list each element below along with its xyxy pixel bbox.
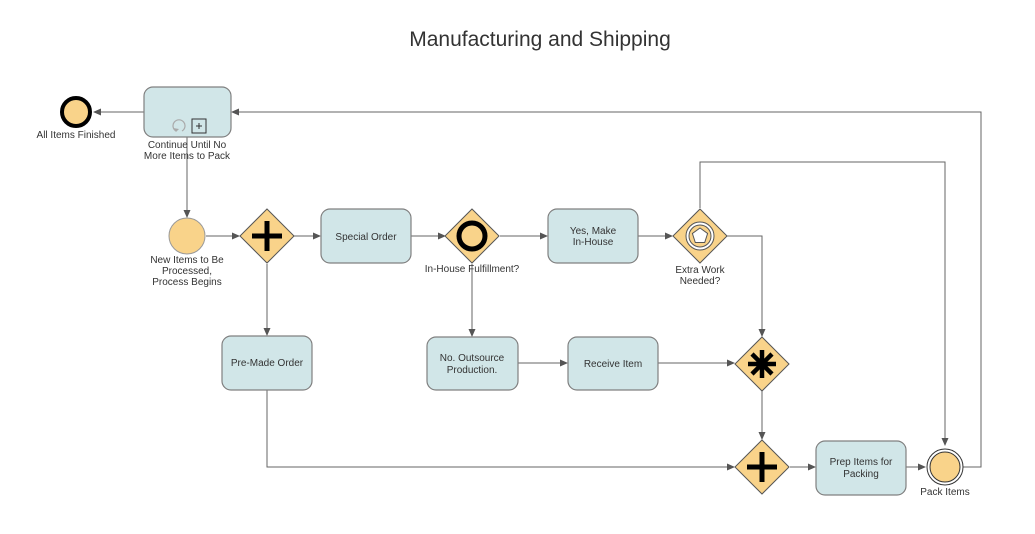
inclusive-gateway-inhouse[interactable]: In-House Fulfillment? xyxy=(425,208,520,275)
task-label: Special Order xyxy=(335,232,397,243)
asterisk-icon xyxy=(748,350,776,378)
task-label-line-2: Packing xyxy=(843,469,879,480)
gateway-label-line-2: Needed? xyxy=(680,276,721,287)
start-event-label-line-2: Processed, xyxy=(162,266,212,277)
event-based-gateway-extra-work[interactable]: Extra Work Needed? xyxy=(672,208,728,287)
edges xyxy=(93,108,982,471)
end-event-all-items-finished[interactable]: All Items Finished xyxy=(37,96,116,141)
edge-extra-gw-to-pack[interactable] xyxy=(699,161,949,446)
complex-gateway[interactable] xyxy=(734,336,790,392)
loop-subprocess-label-line-1: Continue Until No xyxy=(148,140,227,151)
task-label-line-2: Production. xyxy=(447,365,498,376)
task-prep-items[interactable]: Prep Items for Packing xyxy=(815,440,907,496)
edge-pack-to-loop[interactable] xyxy=(231,108,982,468)
task-label-line-1: Prep Items for xyxy=(830,457,893,468)
pentagon-icon xyxy=(685,221,715,251)
end-event-label: All Items Finished xyxy=(37,130,116,141)
task-label-line-2: In-House xyxy=(573,237,614,248)
task-pre-made-order[interactable]: Pre-Made Order xyxy=(221,335,313,391)
bpmn-diagram: All Items Finished Continue Until No Mor… xyxy=(37,86,982,498)
task-label-line-1: No. Outsource xyxy=(440,353,505,364)
intermediate-event-pack-items[interactable]: Pack Items xyxy=(920,448,970,498)
parallel-gateway-split[interactable] xyxy=(239,208,295,264)
task-label: Pre-Made Order xyxy=(231,358,304,369)
task-outsource-production[interactable]: No. Outsource Production. xyxy=(426,336,519,391)
gateway-label: In-House Fulfillment? xyxy=(425,264,520,275)
start-event-label-line-1: New Items to Be xyxy=(150,255,224,266)
event-label: Pack Items xyxy=(920,487,969,498)
start-event[interactable]: New Items to Be Processed, Process Begin… xyxy=(150,217,224,288)
start-event-label-line-3: Process Begins xyxy=(152,277,221,288)
parallel-gateway-join[interactable] xyxy=(734,439,790,495)
task-label: Receive Item xyxy=(584,359,642,370)
gateway-label-line-1: Extra Work xyxy=(675,265,725,276)
task-label-line-1: Yes, Make xyxy=(570,226,617,237)
edge-extra-gw-to-complex[interactable] xyxy=(727,235,766,337)
task-special-order[interactable]: Special Order xyxy=(320,208,412,264)
loop-subprocess[interactable]: Continue Until No More Items to Pack xyxy=(143,86,232,162)
task-receive-item[interactable]: Receive Item xyxy=(567,336,659,391)
loop-subprocess-label-line-2: More Items to Pack xyxy=(144,151,231,162)
task-make-in-house[interactable]: Yes, Make In-House xyxy=(547,208,639,264)
edge-premade-to-join[interactable] xyxy=(266,390,735,471)
